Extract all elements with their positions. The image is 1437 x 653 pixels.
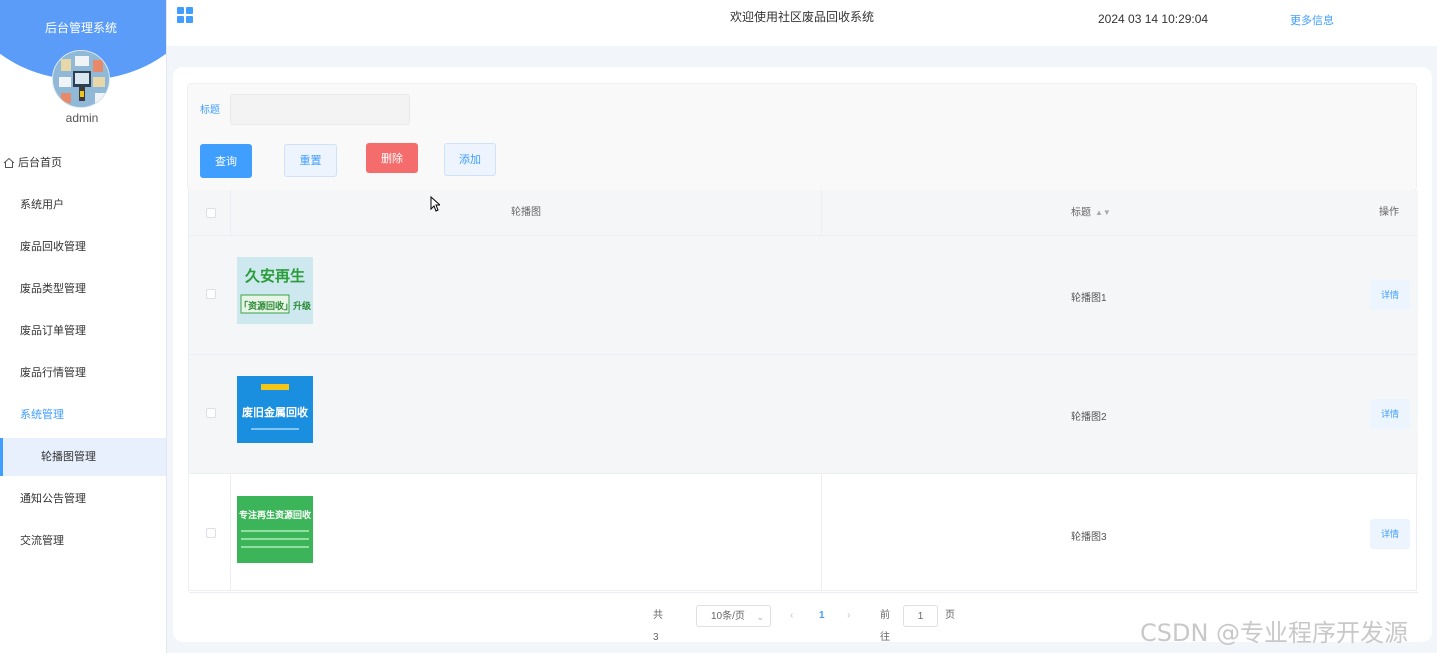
row-checkbox[interactable] <box>206 289 216 299</box>
column-header-image: 轮播图 <box>511 207 541 218</box>
sidebar-item-waste-type[interactable]: 废品类型管理 <box>0 268 166 310</box>
carousel-thumbnail: 久安再生 「资源回收」升级 <box>237 257 313 324</box>
column-header-title-label: 标题 <box>1071 207 1091 219</box>
prev-page-button[interactable]: ‹ <box>790 605 793 627</box>
chevron-down-icon: ⌄ <box>756 612 764 622</box>
row-title: 轮播图3 <box>1071 532 1107 543</box>
goto-page-input[interactable]: 1 <box>903 605 938 627</box>
goto-suffix: 页 <box>945 610 955 621</box>
carousel-image-2: 废旧金属回收 <box>237 376 313 443</box>
carousel-image-3: 专注再生资源回收 <box>237 496 313 563</box>
sidebar-item-carousel[interactable]: 轮播图管理 <box>0 438 166 476</box>
sidebar-menu: 后台首页 系统用户 废品回收管理 废品类型管理 废品订单管理 废品行情管理 系统… <box>0 142 166 562</box>
row-title: 轮播图1 <box>1071 293 1107 304</box>
row-checkbox[interactable] <box>206 528 216 538</box>
more-info-link[interactable]: 更多信息 <box>1290 12 1334 28</box>
sidebar-item-label: 废品回收管理 <box>20 241 86 253</box>
welcome-text: 欢迎使用社区废品回收系统 <box>730 10 875 24</box>
carousel-image-1: 久安再生 「资源回收」升级 <box>237 257 313 324</box>
page-size-value: 10条/页 <box>711 611 745 622</box>
add-button[interactable]: 添加 <box>444 143 496 176</box>
search-panel: 标题 查询 重置 删除 添加 <box>187 83 1417 191</box>
top-bar: 欢迎使用社区废品回收系统 2024 03 14 10:29:04 更多信息 <box>167 0 1437 46</box>
reset-button[interactable]: 重置 <box>284 144 337 177</box>
select-all-checkbox[interactable] <box>206 208 216 218</box>
sidebar-item-label: 废品类型管理 <box>20 283 86 295</box>
sidebar-item-orders[interactable]: 废品订单管理 <box>0 310 166 352</box>
total-count: 共 3 条 <box>653 610 663 643</box>
image-text: 久安再生 <box>245 267 305 285</box>
sidebar-item-label: 废品行情管理 <box>20 367 86 379</box>
avatar[interactable] <box>52 50 110 108</box>
sidebar-item-notice[interactable]: 通知公告管理 <box>0 478 166 520</box>
sidebar-item-label: 通知公告管理 <box>20 493 86 505</box>
column-header-actions: 操作 <box>1379 207 1399 218</box>
main-card: 标题 查询 重置 删除 添加 轮播图 标题 ▲▼ 操作 久安再生 「资源回收」升… <box>173 67 1432 643</box>
sidebar-item-label: 后台首页 <box>18 157 62 169</box>
title-input[interactable] <box>230 94 410 125</box>
sidebar-item-label: 交流管理 <box>20 535 64 547</box>
page-number[interactable]: 1 <box>819 605 825 627</box>
menu-grid-icon[interactable] <box>177 7 193 23</box>
sidebar-item-label: 轮播图管理 <box>41 451 96 463</box>
username: admin <box>65 111 99 125</box>
sidebar-item-label: 废品订单管理 <box>20 325 86 337</box>
table-row: 废旧金属回收 轮播图2 详情 <box>189 355 1418 474</box>
image-text: 专注再生资源回收 <box>239 509 311 521</box>
detail-button[interactable]: 详情 <box>1370 399 1410 429</box>
row-checkbox[interactable] <box>206 408 216 418</box>
image-text: 废旧金属回收 <box>242 405 308 419</box>
detail-button[interactable]: 详情 <box>1370 519 1410 549</box>
sidebar: 后台管理系统 admin 后台首页 系统用户 废品回收管理 废品类型管理 废品订… <box>0 0 167 653</box>
sort-icon[interactable]: ▲▼ <box>1095 190 1111 236</box>
table-row: 专注再生资源回收 轮播图3 详情 <box>189 474 1418 593</box>
query-button[interactable]: 查询 <box>200 144 252 178</box>
page-size-select[interactable]: 10条/页 ⌄ <box>696 605 771 627</box>
mouse-cursor-icon <box>430 196 440 212</box>
goto-label: 前往 <box>880 610 890 643</box>
sidebar-item-system[interactable]: 系统管理 <box>0 394 166 436</box>
sidebar-item-label: 系统用户 <box>20 199 64 211</box>
carousel-thumbnail: 专注再生资源回收 <box>237 496 313 563</box>
sidebar-item-users[interactable]: 系统用户 <box>0 184 166 226</box>
column-header-title[interactable]: 标题 ▲▼ <box>1071 190 1111 236</box>
detail-button[interactable]: 详情 <box>1370 280 1410 310</box>
sidebar-item-market[interactable]: 废品行情管理 <box>0 352 166 394</box>
home-icon <box>3 157 15 168</box>
sidebar-item-recycle[interactable]: 废品回收管理 <box>0 226 166 268</box>
avatar-image <box>53 51 109 107</box>
next-page-button[interactable]: › <box>847 605 850 627</box>
table-header: 轮播图 标题 ▲▼ 操作 <box>189 190 1418 236</box>
brand-title: 后台管理系统 <box>44 21 117 35</box>
data-table: 轮播图 标题 ▲▼ 操作 久安再生 「资源回收」升级 轮播图1 详情 废旧金属回… <box>188 190 1418 593</box>
sidebar-item-forum[interactable]: 交流管理 <box>0 520 166 562</box>
carousel-thumbnail: 废旧金属回收 <box>237 376 313 443</box>
sidebar-item-label: 系统管理 <box>20 409 64 421</box>
row-title: 轮播图2 <box>1071 412 1107 423</box>
datetime: 2024 03 14 10:29:04 <box>1098 12 1209 26</box>
watermark: CSDN @专业程序开发源 <box>1140 619 1409 647</box>
image-text: 「资源回收」升级 <box>239 300 312 312</box>
sidebar-item-home[interactable]: 后台首页 <box>0 142 166 184</box>
delete-button[interactable]: 删除 <box>366 143 418 173</box>
title-label: 标题 <box>200 105 220 116</box>
table-row: 久安再生 「资源回收」升级 轮播图1 详情 <box>189 236 1418 355</box>
